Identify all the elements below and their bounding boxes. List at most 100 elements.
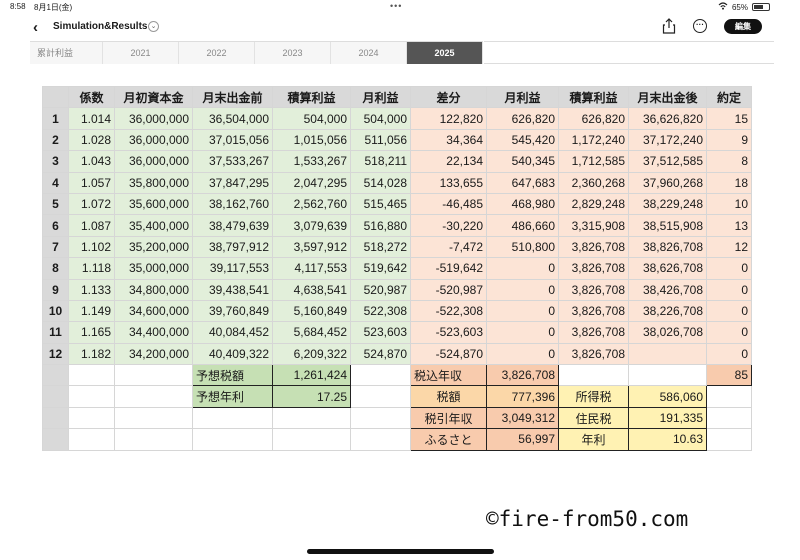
coefficient-cell[interactable]: 1.182 <box>68 342 115 366</box>
cumulative-profit-cell[interactable]: 4,117,553 <box>272 257 351 280</box>
adj-cumulative-profit-cell[interactable]: 3,826,708 <box>558 321 629 344</box>
difference-cell[interactable]: -46,485 <box>410 192 487 216</box>
trades-cell[interactable]: 0 <box>706 342 752 366</box>
tax-label[interactable]: 税額 <box>410 385 487 408</box>
col-header[interactable]: 月末出金前 <box>192 85 273 109</box>
pre-withdrawal-cell[interactable]: 38,479,639 <box>192 214 273 237</box>
cell[interactable] <box>192 406 273 430</box>
cell[interactable] <box>350 406 411 430</box>
share-icon[interactable] <box>662 18 676 34</box>
cell[interactable] <box>272 406 351 430</box>
pre-withdrawal-cell[interactable]: 40,084,452 <box>192 321 273 344</box>
tab-cumulative[interactable]: 累計利益 <box>30 42 103 64</box>
cell[interactable] <box>558 364 629 387</box>
post-withdrawal-cell[interactable]: 38,226,708 <box>628 299 707 323</box>
monthly-profit-cell[interactable]: 522,308 <box>350 299 411 323</box>
post-withdrawal-cell[interactable]: 38,426,708 <box>628 278 707 301</box>
aftertax-income-value[interactable]: 3,049,312 <box>486 406 559 430</box>
cumulative-profit-cell[interactable]: 504,000 <box>272 107 351 130</box>
tab-2023[interactable]: 2023 <box>255 42 331 64</box>
post-withdrawal-cell[interactable] <box>628 342 707 366</box>
capital-cell[interactable]: 35,000,000 <box>114 257 193 280</box>
col-header[interactable]: 積算利益 <box>558 85 629 109</box>
monthly-profit-cell[interactable]: 518,211 <box>350 150 411 173</box>
tab-2025[interactable]: 2025 <box>407 42 483 64</box>
adj-monthly-profit-cell[interactable]: 0 <box>486 321 559 344</box>
annual-yield-value[interactable]: 17.25 <box>272 385 351 408</box>
coefficient-cell[interactable]: 1.072 <box>68 192 115 216</box>
capital-cell[interactable]: 34,800,000 <box>114 278 193 301</box>
cell[interactable] <box>350 428 411 451</box>
col-header[interactable]: 月利益 <box>350 85 411 109</box>
row-header[interactable]: 4 <box>42 171 69 194</box>
difference-cell[interactable]: -522,308 <box>410 299 487 323</box>
capital-cell[interactable]: 34,400,000 <box>114 321 193 344</box>
monthly-profit-cell[interactable]: 520,987 <box>350 278 411 301</box>
post-withdrawal-cell[interactable]: 36,626,820 <box>628 107 707 130</box>
adj-cumulative-profit-cell[interactable]: 3,826,708 <box>558 278 629 301</box>
coefficient-cell[interactable]: 1.028 <box>68 128 115 152</box>
difference-cell[interactable]: -524,870 <box>410 342 487 366</box>
row-header[interactable]: 1 <box>42 107 69 130</box>
capital-cell[interactable]: 35,400,000 <box>114 214 193 237</box>
monthly-profit-cell[interactable]: 514,028 <box>350 171 411 194</box>
resident-tax-label[interactable]: 住民税 <box>558 406 629 430</box>
capital-cell[interactable]: 36,000,000 <box>114 107 193 130</box>
difference-cell[interactable]: -7,472 <box>410 235 487 259</box>
cell[interactable] <box>68 364 115 387</box>
adj-monthly-profit-cell[interactable]: 545,420 <box>486 128 559 152</box>
cumulative-profit-cell[interactable]: 1,015,056 <box>272 128 351 152</box>
cell[interactable] <box>350 385 411 408</box>
pre-withdrawal-cell[interactable]: 37,533,267 <box>192 150 273 173</box>
cumulative-profit-cell[interactable]: 2,562,760 <box>272 192 351 216</box>
adj-monthly-profit-cell[interactable]: 510,800 <box>486 235 559 259</box>
cell[interactable] <box>114 406 193 430</box>
row-header[interactable] <box>42 385 69 408</box>
trades-cell[interactable]: 0 <box>706 299 752 323</box>
cell[interactable] <box>706 428 752 451</box>
col-header[interactable]: 月利益 <box>486 85 559 109</box>
row-header[interactable]: 9 <box>42 278 69 301</box>
pre-withdrawal-cell[interactable]: 36,504,000 <box>192 107 273 130</box>
cell[interactable] <box>68 428 115 451</box>
post-withdrawal-cell[interactable]: 38,826,708 <box>628 235 707 259</box>
difference-cell[interactable]: -523,603 <box>410 321 487 344</box>
adj-cumulative-profit-cell[interactable]: 2,829,248 <box>558 192 629 216</box>
tax-estimate-value[interactable]: 1,261,424 <box>272 364 351 387</box>
home-indicator[interactable] <box>307 549 494 554</box>
cell[interactable] <box>68 385 115 408</box>
post-withdrawal-cell[interactable]: 38,626,708 <box>628 257 707 280</box>
spreadsheet[interactable]: 係数 月初資本金 月末出金前 積算利益 月利益 差分 月利益 積算利益 月末出金… <box>42 85 752 451</box>
coefficient-cell[interactable]: 1.133 <box>68 278 115 301</box>
adj-cumulative-profit-cell[interactable]: 3,826,708 <box>558 299 629 323</box>
cell[interactable] <box>114 385 193 408</box>
col-header[interactable]: 月初資本金 <box>114 85 193 109</box>
yearly-label[interactable]: 年利 <box>558 428 629 451</box>
tab-2021[interactable]: 2021 <box>103 42 179 64</box>
pre-withdrawal-cell[interactable]: 37,847,295 <box>192 171 273 194</box>
trades-total[interactable]: 85 <box>706 364 752 387</box>
row-header[interactable] <box>42 428 69 451</box>
trades-cell[interactable]: 9 <box>706 128 752 152</box>
adj-cumulative-profit-cell[interactable]: 3,826,708 <box>558 257 629 280</box>
cumulative-profit-cell[interactable]: 6,209,322 <box>272 342 351 366</box>
post-withdrawal-cell[interactable]: 37,960,268 <box>628 171 707 194</box>
adj-monthly-profit-cell[interactable]: 0 <box>486 257 559 280</box>
multitask-dots[interactable]: ••• <box>390 1 402 11</box>
row-header[interactable]: 2 <box>42 128 69 152</box>
trades-cell[interactable]: 0 <box>706 257 752 280</box>
row-header[interactable]: 10 <box>42 299 69 323</box>
capital-cell[interactable]: 35,800,000 <box>114 171 193 194</box>
coefficient-cell[interactable]: 1.165 <box>68 321 115 344</box>
capital-cell[interactable]: 34,200,000 <box>114 342 193 366</box>
difference-cell[interactable]: 122,820 <box>410 107 487 130</box>
adj-monthly-profit-cell[interactable]: 0 <box>486 342 559 366</box>
coefficient-cell[interactable]: 1.057 <box>68 171 115 194</box>
furusato-value[interactable]: 56,997 <box>486 428 559 451</box>
post-withdrawal-cell[interactable]: 38,026,708 <box>628 321 707 344</box>
row-header[interactable]: 8 <box>42 257 69 280</box>
difference-cell[interactable]: -30,220 <box>410 214 487 237</box>
capital-cell[interactable]: 35,600,000 <box>114 192 193 216</box>
cell[interactable] <box>628 364 707 387</box>
coefficient-cell[interactable]: 1.014 <box>68 107 115 130</box>
